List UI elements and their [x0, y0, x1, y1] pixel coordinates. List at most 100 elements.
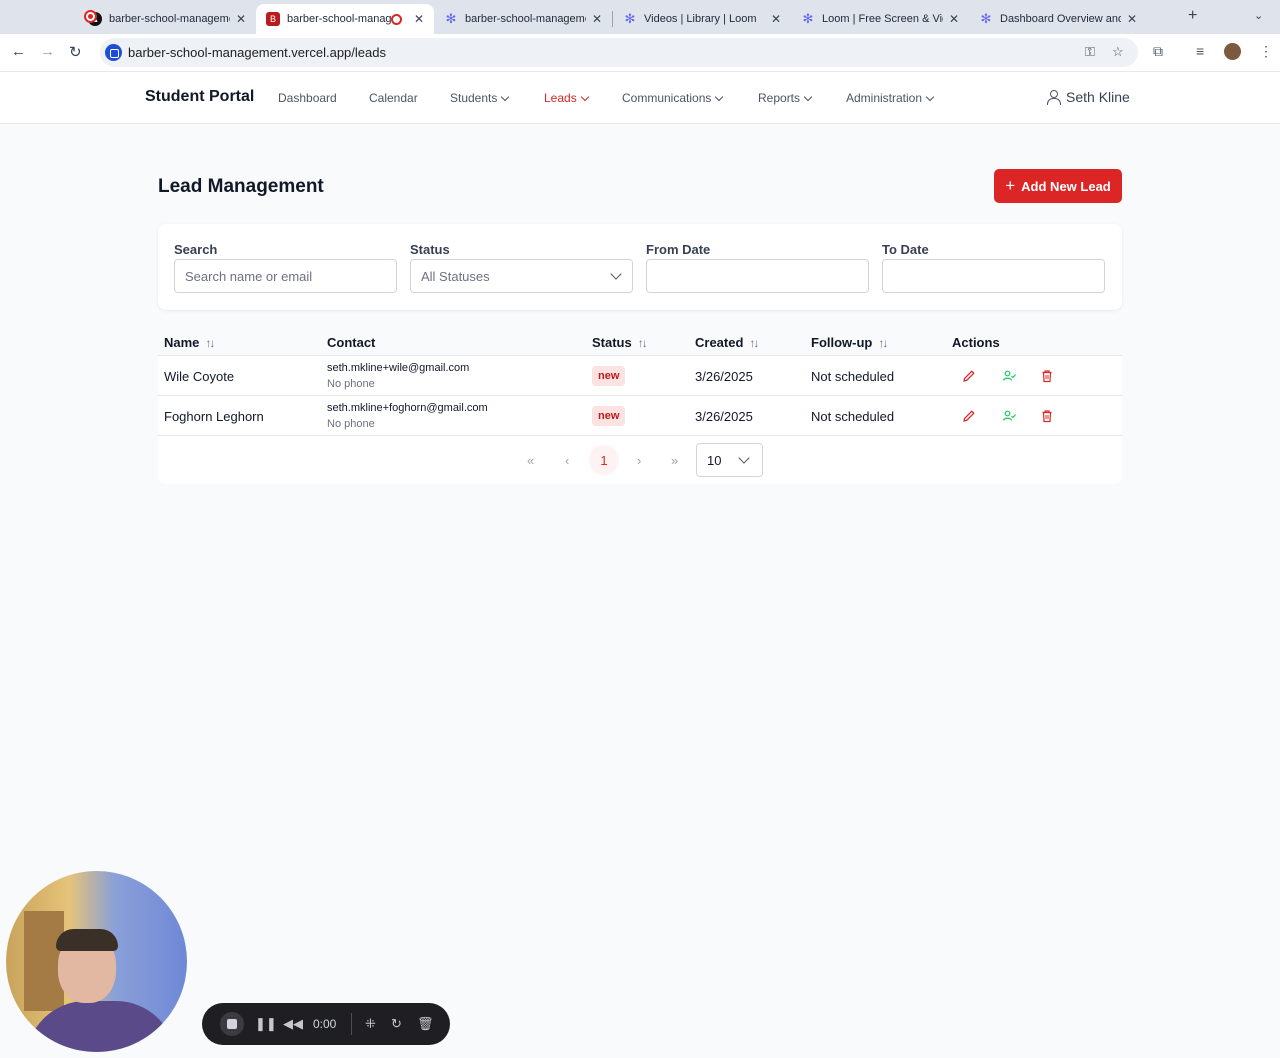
browser-tab-2[interactable]: ✻ barber-school-manageme ✕: [434, 4, 612, 34]
edit-pencil-icon[interactable]: [961, 408, 977, 424]
delete-trash-icon[interactable]: [1039, 368, 1055, 384]
chevron-down-icon: [501, 92, 510, 101]
tab-title: barber-school-manageme: [109, 13, 230, 25]
chevron-down-icon: [580, 92, 589, 101]
table-header: Name ↑↓ Contact Status ↑↓ Created ↑↓ Follow…: [158, 324, 1122, 356]
leads-table: Name ↑↓ Contact Status ↑↓ Created ↑↓ Follow…: [158, 324, 1122, 484]
prev-page-button[interactable]: ‹: [565, 453, 569, 468]
extensions-icon[interactable]: ⧉: [1153, 43, 1163, 60]
restart-icon[interactable]: ↻: [391, 1016, 402, 1032]
tab-title: barber-school-manageme: [465, 13, 586, 25]
to-date-label: To Date: [882, 242, 929, 257]
search-label: Search: [174, 242, 218, 257]
webcam-person-hair: [56, 929, 118, 951]
reload-icon[interactable]: ↻: [69, 43, 82, 61]
add-new-lead-label: Add New Lead: [1021, 178, 1111, 194]
key-icon[interactable]: ⚿: [1085, 44, 1095, 60]
stop-recording-button[interactable]: [220, 1012, 244, 1036]
close-icon[interactable]: ✕: [414, 12, 424, 26]
header-status[interactable]: Status ↑↓: [592, 335, 648, 350]
search-input[interactable]: Search name or email: [174, 259, 397, 293]
lead-phone: No phone: [327, 378, 375, 390]
discard-trash-icon[interactable]: 🗑: [417, 1016, 434, 1032]
forward-arrow-icon[interactable]: →: [40, 43, 55, 60]
user-menu[interactable]: Seth Kline: [1046, 89, 1130, 105]
close-icon[interactable]: ✕: [1127, 12, 1137, 26]
site-info-icon[interactable]: [105, 44, 122, 61]
pagination: « ‹ 1 › » 10: [158, 436, 1122, 484]
tab-search-icon[interactable]: ⌄: [1254, 9, 1263, 22]
convert-user-icon[interactable]: [1001, 408, 1017, 424]
header-followup[interactable]: Follow-up ↑↓: [811, 335, 888, 350]
search-placeholder: Search name or email: [185, 268, 313, 284]
current-page-button[interactable]: 1: [589, 445, 619, 475]
webcam-bubble[interactable]: [6, 871, 187, 1052]
plus-icon: +: [1005, 176, 1016, 195]
browser-tab-5[interactable]: ✻ Dashboard Overview and ✕: [969, 4, 1147, 34]
nav-leads[interactable]: Leads: [544, 91, 589, 105]
status-select[interactable]: All Statuses: [410, 259, 633, 293]
pause-icon[interactable]: ❚❚: [255, 1016, 277, 1032]
app-navbar: Student Portal Dashboard Calendar Studen…: [0, 72, 1280, 124]
header-created[interactable]: Created ↑↓: [695, 335, 759, 350]
nav-dashboard[interactable]: Dashboard: [278, 91, 337, 105]
loom-icon: ✻: [980, 11, 992, 26]
page-size-select[interactable]: 10: [696, 443, 763, 477]
url-text: barber-school-management.vercel.app/lead…: [128, 45, 386, 60]
media-control-icon[interactable]: ≡: [1196, 43, 1204, 59]
back-arrow-icon[interactable]: ←: [11, 43, 26, 60]
new-tab-icon[interactable]: +: [1188, 7, 1197, 25]
next-page-button[interactable]: ›: [637, 453, 641, 468]
address-bar[interactable]: barber-school-management.vercel.app/lead…: [100, 38, 1138, 67]
edit-pencil-icon[interactable]: [961, 368, 977, 384]
nav-calendar[interactable]: Calendar: [369, 91, 418, 105]
close-icon[interactable]: ✕: [949, 12, 959, 26]
browser-tab-4[interactable]: ✻ Loom | Free Screen & Vid ✕: [791, 4, 969, 34]
nav-reports[interactable]: Reports: [758, 91, 813, 105]
rewind-icon[interactable]: ◀◀: [283, 1016, 303, 1032]
close-icon[interactable]: ✕: [592, 12, 602, 26]
brand-title[interactable]: Student Portal: [145, 88, 254, 106]
last-page-button[interactable]: »: [671, 453, 678, 468]
status-badge: new: [592, 366, 626, 386]
convert-user-icon[interactable]: [1001, 368, 1017, 384]
nav-label: Communications: [622, 91, 712, 105]
chevron-down-icon: [738, 452, 750, 464]
nav-communications[interactable]: Communications: [622, 91, 724, 105]
lead-email: seth.mkline+wile@gmail.com: [327, 362, 470, 374]
from-date-input[interactable]: [646, 259, 869, 293]
add-new-lead-button[interactable]: + Add New Lead: [994, 169, 1122, 203]
gear-icon: ✻: [445, 11, 457, 26]
header-label: Status: [592, 335, 632, 350]
tab-title: Videos | Library | Loom: [644, 13, 757, 25]
menu-dots-icon[interactable]: ⋮: [1259, 43, 1273, 60]
profile-avatar[interactable]: [1224, 43, 1241, 60]
browser-tab-0[interactable]: ▲ barber-school-manageme ✕: [78, 4, 256, 34]
header-actions: Actions: [952, 335, 1000, 350]
lead-followup: Not scheduled: [811, 369, 895, 384]
table-row: Wile Coyote seth.mkline+wile@gmail.com N…: [158, 356, 1122, 396]
first-page-button[interactable]: «: [527, 453, 534, 468]
to-date-input[interactable]: [882, 259, 1105, 293]
browser-tab-1[interactable]: B barber-school-manag ✕: [256, 4, 434, 34]
star-icon[interactable]: ☆: [1112, 44, 1124, 60]
header-name[interactable]: Name ↑↓: [164, 335, 215, 350]
close-icon[interactable]: ✕: [236, 12, 246, 26]
nav-label: Administration: [846, 91, 923, 105]
drag-handle-icon[interactable]: ⁜: [365, 1016, 376, 1032]
app-favicon: B: [266, 12, 280, 26]
sort-icon: ↑↓: [205, 335, 215, 350]
header-label: Name: [164, 335, 200, 350]
header-label: Actions: [952, 335, 1000, 350]
delete-trash-icon[interactable]: [1039, 408, 1055, 424]
control-divider: [351, 1013, 352, 1035]
browser-tab-3[interactable]: ✻ Videos | Library | Loom ✕: [613, 4, 791, 34]
page-title: Lead Management: [158, 176, 324, 197]
tab-title: Loom | Free Screen & Vid: [822, 13, 943, 25]
nav-administration[interactable]: Administration: [846, 91, 935, 105]
from-date-label: From Date: [646, 242, 711, 257]
tab-title: Dashboard Overview and: [1000, 13, 1121, 25]
close-icon[interactable]: ✕: [771, 12, 781, 26]
loom-icon: ✻: [624, 11, 636, 26]
nav-students[interactable]: Students: [450, 91, 510, 105]
